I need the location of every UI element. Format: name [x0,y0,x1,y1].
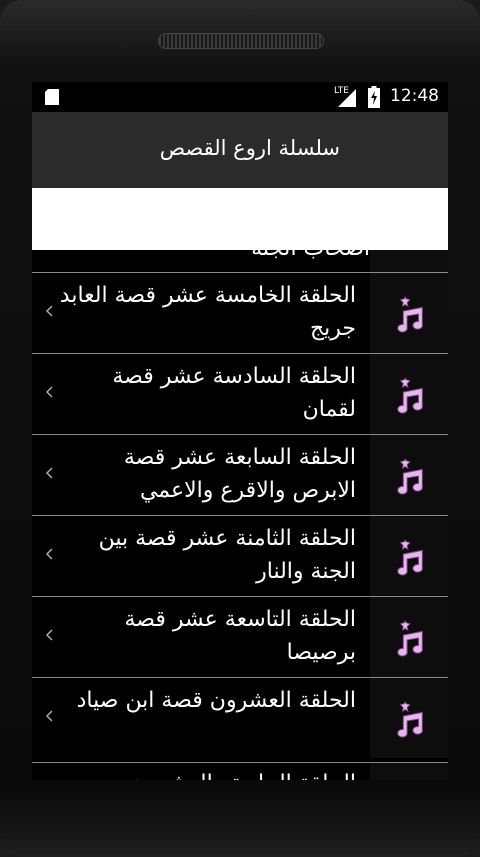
music-note-icon [390,457,428,495]
chevron-left-icon [44,708,54,724]
screen: LTE 12:48 سلسلة اروع القصص اصحاب الجنة ا… [32,82,448,780]
app-title: سلسلة اروع القصص [159,136,340,160]
status-bar: LTE 12:48 [32,82,448,112]
chevron-left-icon [44,384,54,400]
list-item[interactable]: الحلقة السابعة عشر قصة الابرص والاقرع وا… [32,434,448,515]
music-note-icon [390,700,428,738]
list-item-label: الحلقة الحادية والعشرون [131,771,356,780]
list-item-icon-cell [370,516,448,596]
list-item-label: اصحاب الجنة [251,250,370,261]
list-item-icon-cell [370,354,448,434]
music-note-icon [390,295,428,333]
list-item[interactable]: الحلقة العشرون قصة ابن صياد [32,677,448,758]
music-note-icon [390,538,428,576]
list-item-icon-cell [370,763,448,780]
list-item[interactable]: الحلقة السادسة عشر قصة لقمان [32,353,448,434]
list-item[interactable]: الحلقة الثامنة عشر قصة بين الجنة والنار [32,515,448,596]
battery-charging-icon [368,86,380,108]
music-note-icon [390,376,428,414]
list-item-icon-cell [370,435,448,515]
list-item-label: الحلقة الثامنة عشر قصة بين الجنة والنار [98,526,356,584]
list-item[interactable]: اصحاب الجنة [32,250,448,272]
list-item-icon-cell [370,678,448,758]
clock: 12:48 [390,86,439,106]
list-item-label: الحلقة الخامسة عشر قصة العابد جريج [59,283,356,341]
sim-card-icon [45,89,59,105]
ad-banner[interactable] [32,188,448,250]
list-item-label: الحلقة العشرون قصة ابن صياد [76,688,356,713]
episode-list[interactable]: اصحاب الجنة الحلقة الخامسة عشر قصة العاب… [32,250,448,780]
list-item[interactable]: الحلقة الخامسة عشر قصة العابد جريج [32,272,448,353]
list-item-icon-cell [370,273,448,353]
chevron-left-icon [44,627,54,643]
chevron-left-icon [44,465,54,481]
action-bar: سلسلة اروع القصص [32,112,448,188]
chevron-left-icon [44,303,54,319]
chevron-left-icon [44,546,54,562]
list-item-label: الحلقة التاسعة عشر قصة برصيصا [124,607,356,665]
speaker-grille [158,33,324,49]
phone-frame: LTE 12:48 سلسلة اروع القصص اصحاب الجنة ا… [0,0,480,857]
list-item-icon-cell [370,597,448,677]
list-item-label: الحلقة السادسة عشر قصة لقمان [112,364,356,422]
list-item-icon-cell [370,250,448,272]
music-note-icon [390,619,428,657]
signal-icon [338,89,356,107]
list-item-label: الحلقة السابعة عشر قصة الابرص والاقرع وا… [123,445,356,503]
list-item[interactable]: الحلقة التاسعة عشر قصة برصيصا [32,596,448,677]
list-item[interactable]: الحلقة الحادية والعشرون [32,762,448,780]
